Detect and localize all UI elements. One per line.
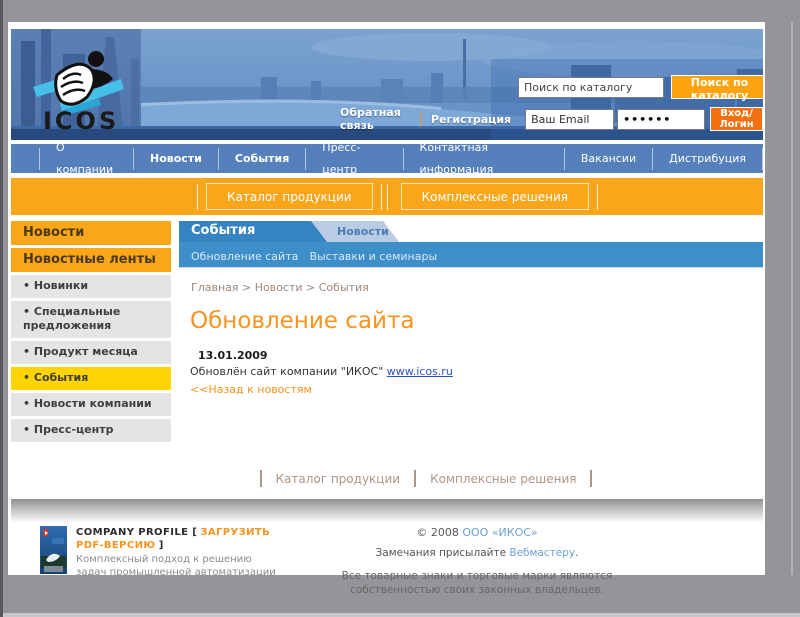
nav-item-press[interactable]: Пресс-центр (305, 148, 402, 170)
subnav-site-update-link[interactable]: Обновление сайта (191, 250, 298, 263)
footer-links-row: Каталог продукции Комплексные решения (50, 470, 800, 490)
footer-links-divider (590, 470, 592, 487)
email-field[interactable] (525, 109, 614, 130)
password-field[interactable] (617, 109, 705, 130)
catalog-bar: Каталог продукции Комплексные решения (11, 178, 763, 215)
footer-links-divider (414, 470, 416, 487)
nav-item-news[interactable]: Новости (133, 148, 218, 170)
nav-item-vacancies[interactable]: Вакансии (564, 148, 652, 170)
catalog-search-input[interactable] (518, 77, 664, 98)
webmaster-note-period: . (575, 547, 578, 559)
icos-site-link[interactable]: www.icos.ru (387, 365, 453, 378)
icos-company-link[interactable]: ООО «ИКОС» (462, 526, 537, 539)
company-profile-bracket: ] (159, 540, 164, 551)
sidebar-item-events[interactable]: События (11, 367, 171, 390)
nav-item-contacts[interactable]: Контактная информация (403, 148, 564, 170)
sidebar-item-product-of-month[interactable]: Продукт месяца (11, 341, 171, 364)
sidebar-item-special-offers[interactable]: Специальные предложения (11, 301, 171, 338)
sidebar-item-company-news[interactable]: Новости компании (11, 393, 171, 416)
window-right-edge (791, 22, 793, 575)
article-text: Обновлён сайт компании "ИКОС" (190, 365, 383, 378)
window-bottom-edge (3, 613, 800, 617)
webmaster-note: Замечания присылайте (376, 547, 507, 559)
breadcrumb[interactable]: Главная > Новости > События (191, 281, 763, 294)
footer-solutions-link[interactable]: Комплексные решения (430, 472, 576, 486)
complex-solutions-button[interactable]: Комплексные решения (401, 183, 589, 210)
catalog-products-button[interactable]: Каталог продукции (206, 183, 373, 210)
company-profile-label: COMPANY PROFILE [ (76, 527, 197, 538)
window-left-edge (0, 0, 3, 617)
nav-divider (762, 148, 763, 170)
catalog-bar-double-divider (381, 184, 393, 210)
nav-item-events[interactable]: События (218, 148, 305, 170)
page: ICOS Поиск по каталогу Обратная связь Ре… (8, 22, 765, 575)
company-profile-block: COMPANY PROFILE [ ЗАГРУЗИТЬ PDF-ВЕРСИЮ ]… (76, 526, 281, 579)
main-navigation: О компании Новости События Пресс-центр К… (11, 144, 763, 173)
sidebar-item-novelties[interactable]: Новинки (11, 275, 171, 298)
catalog-search-button[interactable]: Поиск по каталогу (671, 75, 763, 99)
article-title: Обновление сайта (190, 308, 763, 334)
sidebar: Новости Новостные ленты Новинки Специаль… (11, 221, 171, 446)
footer-links-divider (260, 470, 262, 487)
login-button[interactable]: Вход/Логин (710, 107, 763, 131)
catalog-bar-divider (597, 184, 598, 210)
footer-gradient-divider (11, 499, 763, 524)
nav-item-company[interactable]: О компании (39, 148, 133, 170)
company-profile-thumbnail[interactable] (40, 526, 67, 574)
sidebar-header-newsfeeds[interactable]: Новостные ленты (11, 248, 171, 272)
footer-catalog-link[interactable]: Каталог продукции (276, 472, 401, 486)
tab-events[interactable]: События (179, 221, 327, 242)
copyright-block: © 2008 ООО «ИКОС» Замечания присылайте В… (327, 526, 627, 597)
content-area: События Новости Обновление сайта Выставк… (179, 221, 763, 446)
header-links-divider (420, 111, 421, 127)
company-profile-description: Комплексный подход к решению задач промы… (76, 553, 281, 579)
trademark-notice: Все товарные знаки и торговые марки явля… (327, 569, 627, 597)
feedback-link[interactable]: Обратная связь (340, 106, 410, 132)
registration-link[interactable]: Регистрация (431, 113, 511, 126)
sidebar-item-press-center[interactable]: Пресс-центр (11, 419, 171, 442)
footer: COMPANY PROFILE [ ЗАГРУЗИТЬ PDF-ВЕРСИЮ ]… (11, 524, 763, 602)
article-body: Обновлён сайт компании "ИКОС" www.icos.r… (190, 365, 763, 378)
article-date: 13.01.2009 (198, 349, 763, 362)
webmaster-link[interactable]: Вебмастеру (509, 547, 575, 559)
back-to-news-link[interactable]: <<Назад к новостям (190, 383, 312, 396)
sidebar-header-news[interactable]: Новости (11, 221, 171, 245)
content-tabs: События Новости (179, 221, 763, 242)
copyright-year: © 2008 (416, 526, 459, 539)
subnav-exhibitions-link[interactable]: Выставки и семинары (309, 250, 437, 263)
nav-item-distribution[interactable]: Дистрибуция (652, 148, 762, 170)
catalog-bar-divider (197, 184, 198, 210)
sub-navigation-bar: Обновление сайта Выставки и семинары (179, 242, 763, 268)
header-banner: ICOS Поиск по каталогу Обратная связь Ре… (11, 29, 763, 140)
